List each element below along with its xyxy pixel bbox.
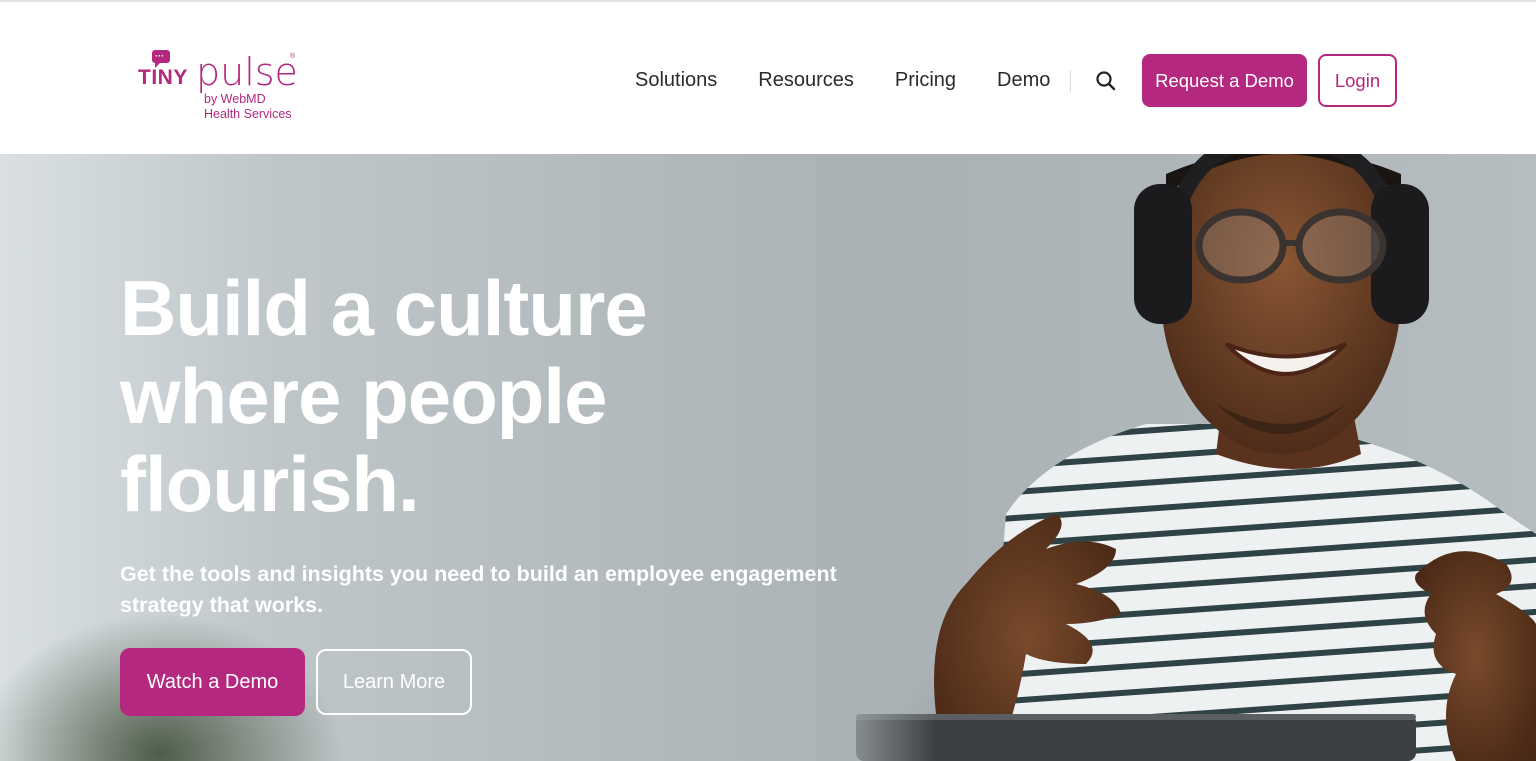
logo-health-services: Health Services <box>204 107 292 121</box>
logo-registered-mark: ® <box>290 53 296 60</box>
hero-photo <box>816 154 1536 761</box>
nav-solutions[interactable]: Solutions <box>635 66 717 94</box>
hero-section: Build a culture where people flourish. G… <box>0 154 1536 761</box>
site-header: ··· TINY pulse ® by WebMD Health Service… <box>0 2 1536 154</box>
nav-demo[interactable]: Demo <box>997 66 1050 94</box>
headline-line-1: Build a culture <box>120 264 648 352</box>
headline-line-2: where people <box>120 352 607 440</box>
nav-pricing[interactable]: Pricing <box>895 66 956 94</box>
search-icon <box>1096 71 1116 91</box>
nav-divider <box>1070 70 1071 92</box>
headline-line-3: flourish. <box>120 440 420 528</box>
logo-pulse-text: pulse <box>196 50 298 94</box>
search-button[interactable] <box>1093 68 1119 94</box>
request-demo-button[interactable]: Request a Demo <box>1142 54 1307 107</box>
hero-subtitle: Get the tools and insights you need to b… <box>120 562 837 617</box>
hero-headline: Build a culture where people flourish. <box>120 264 760 528</box>
logo-by-webmd: by WebMD <box>204 92 266 106</box>
learn-more-button[interactable]: Learn More <box>316 649 472 715</box>
tinypulse-logo[interactable]: ··· TINY pulse ® by WebMD Health Service… <box>138 50 308 126</box>
login-button[interactable]: Login <box>1318 54 1397 107</box>
watch-demo-button[interactable]: Watch a Demo <box>120 648 305 716</box>
main-nav: Solutions Resources Pricing Demo <box>635 66 1050 94</box>
chat-bubble-icon: ··· <box>152 50 170 68</box>
nav-resources[interactable]: Resources <box>758 66 854 94</box>
logo-tiny-text: TINY <box>138 66 188 89</box>
